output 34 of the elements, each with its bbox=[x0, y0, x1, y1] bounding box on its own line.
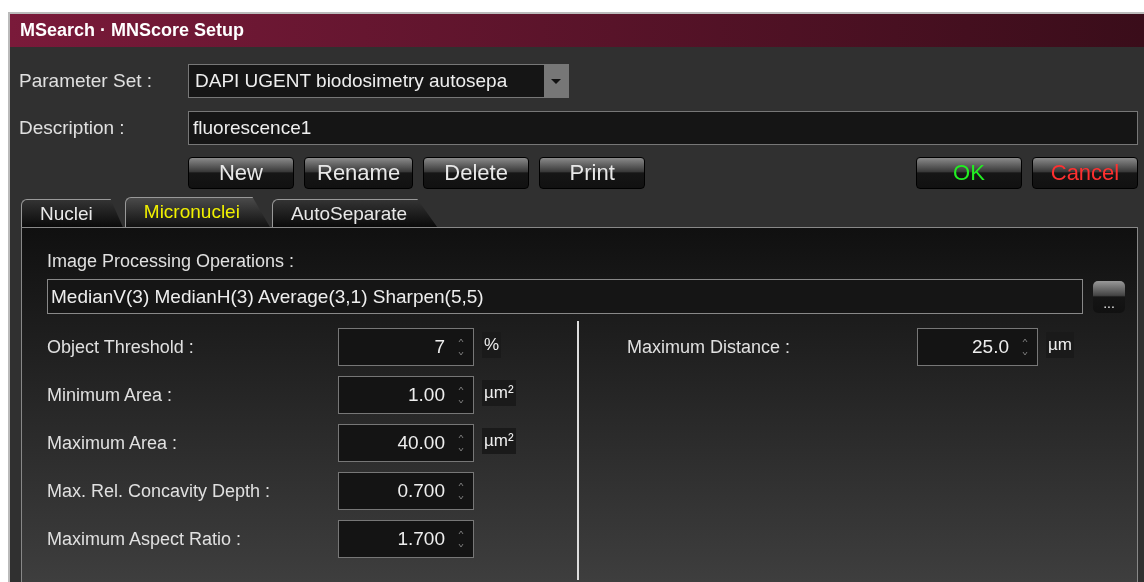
number-field[interactable]: 40.00 bbox=[338, 424, 474, 462]
unit-label: % bbox=[482, 332, 502, 358]
field-label: Description : bbox=[18, 115, 126, 140]
unit-label: µm² bbox=[482, 380, 516, 406]
number-field[interactable]: 0.700 bbox=[338, 472, 474, 510]
field-label: Maximum Area : bbox=[47, 431, 179, 455]
tab[interactable]: Micronuclei bbox=[124, 197, 270, 227]
parameter-set-dropdown[interactable]: DAPI UGENT biodosimetry autosepa bbox=[188, 64, 569, 98]
caret-icon[interactable] bbox=[544, 65, 568, 97]
field-label: Parameter Set : bbox=[18, 68, 154, 93]
dialog-button[interactable]: New bbox=[188, 157, 294, 189]
tab[interactable]: AutoSeparate bbox=[271, 199, 438, 227]
browse-button[interactable]: ... bbox=[1093, 280, 1125, 313]
number-field[interactable]: 1.00 bbox=[338, 376, 474, 414]
dialog-button[interactable]: Delete bbox=[423, 157, 530, 189]
field-label: Minimum Area : bbox=[47, 383, 174, 407]
tab[interactable]: Nuclei bbox=[21, 199, 123, 227]
window-title: MSearch · MNScore Setup bbox=[20, 19, 245, 42]
dialog-button[interactable]: Cancel bbox=[1032, 157, 1138, 189]
field-label: Max. Rel. Concavity Depth : bbox=[47, 479, 272, 503]
dialog-button[interactable]: Print bbox=[539, 157, 646, 189]
number-field[interactable]: 25.0 bbox=[917, 328, 1038, 366]
number-field[interactable]: 7 bbox=[338, 328, 474, 366]
dialog-button[interactable]: OK bbox=[916, 157, 1022, 189]
field-label: Object Threshold : bbox=[47, 335, 195, 359]
dialog-button[interactable]: Rename bbox=[304, 157, 414, 189]
number-field[interactable]: 1.700 bbox=[338, 520, 474, 558]
operations-field[interactable]: MedianV(3) MedianH(3) Average(3,1) Sharpen(5,5) bbox=[47, 279, 1083, 314]
field-label: Maximum Distance : bbox=[627, 335, 792, 359]
description-field[interactable]: fluorescence1 bbox=[188, 111, 1138, 145]
unit-label: µm² bbox=[482, 428, 516, 454]
field-label: Maximum Aspect Ratio : bbox=[47, 527, 243, 551]
unit-label: µm bbox=[1046, 332, 1074, 358]
field-label: Image Processing Operations : bbox=[47, 250, 296, 273]
